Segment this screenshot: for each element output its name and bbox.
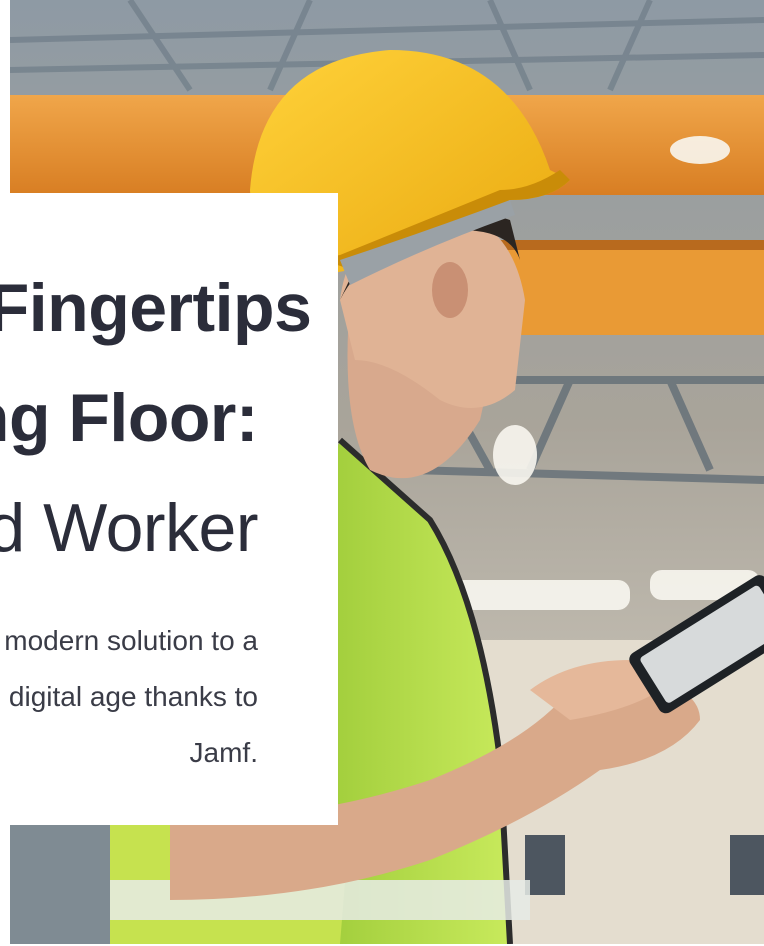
hero-description: Learn how a manufacturer found a modern …	[0, 613, 258, 781]
hero-section: Information at Your Fingertips on the Ma…	[0, 0, 764, 946]
description-line-1: Learn how a manufacturer found a modern …	[0, 625, 258, 656]
description-line-3: Jamf.	[189, 737, 258, 768]
description-line-2: paper-based process and entered the digi…	[0, 681, 258, 712]
headline-line-3: Connected Worker	[0, 490, 259, 566]
hero-text-card: Information at Your Fingertips on the Ma…	[0, 193, 338, 825]
headline-line-2: on the Manufacturing Floor:	[0, 380, 259, 456]
hero-text-content: Information at Your Fingertips on the Ma…	[0, 193, 312, 781]
hero-headline: Information at Your Fingertips on the Ma…	[0, 193, 312, 583]
headline-line-1: Information at Your Fingertips	[0, 270, 312, 346]
